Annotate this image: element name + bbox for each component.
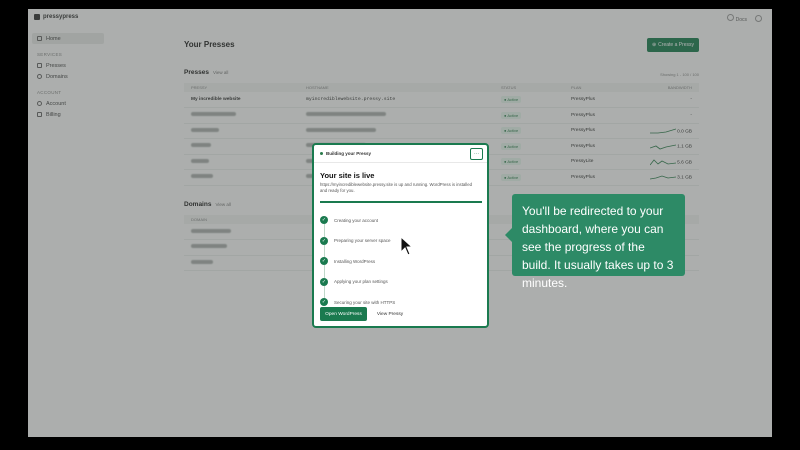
build-step: ✓ Applying your plan settings xyxy=(320,272,480,299)
build-progress-bar xyxy=(320,201,482,203)
modal-description: https://myincrediblewebsite.pressy.site … xyxy=(320,182,472,193)
view-pressy-button[interactable]: View Pressy xyxy=(372,307,408,321)
check-icon: ✓ xyxy=(320,257,328,266)
callout-pointer xyxy=(505,228,512,242)
modal-header: Building your Pressy xyxy=(314,145,487,163)
modal-header-label: Building your Pressy xyxy=(326,151,372,156)
build-step: ✓ Creating your account xyxy=(320,210,480,237)
check-icon: ✓ xyxy=(320,277,328,286)
build-step-label: Preparing your server space xyxy=(334,238,391,244)
build-step-label: Creating your account xyxy=(334,217,379,223)
build-steps-list: ✓ Creating your account ✓ Preparing your s… xyxy=(320,210,480,313)
open-wordpress-button[interactable]: Open WordPress xyxy=(320,307,367,321)
build-step-label: Securing your site with HTTPS xyxy=(334,299,396,305)
modal-title: Your site is live xyxy=(320,171,375,180)
tutorial-callout: You'll be redirected to your dashboard, … xyxy=(512,194,685,290)
more-options-button[interactable]: ··· xyxy=(470,148,483,160)
mouse-cursor-icon xyxy=(400,236,414,256)
build-step-label: Applying your plan settings xyxy=(334,279,388,285)
build-progress-fill xyxy=(320,201,482,203)
check-icon: ✓ xyxy=(320,236,328,245)
check-icon: ✓ xyxy=(320,298,328,307)
video-frame: pressypress Docs Home SERVICES Presses D… xyxy=(0,0,800,450)
status-dot-icon xyxy=(320,152,323,155)
check-icon: ✓ xyxy=(320,216,328,225)
build-step-label: Installing WordPress xyxy=(334,258,376,264)
